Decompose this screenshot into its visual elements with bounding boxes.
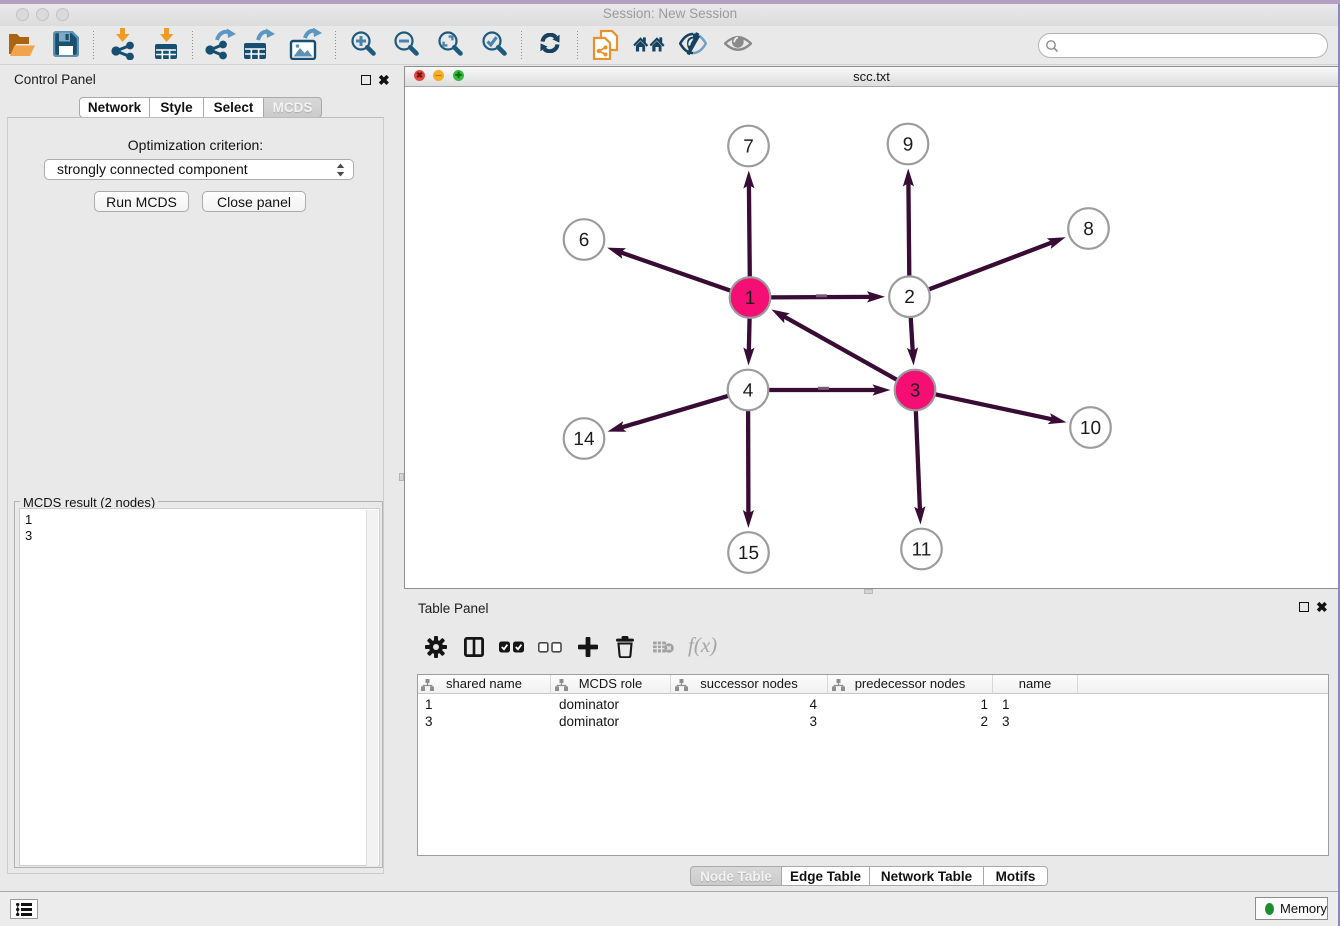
svg-text:3: 3 [910, 381, 921, 402]
svg-text:1: 1 [745, 288, 756, 309]
svg-text:15: 15 [738, 543, 759, 564]
svg-text:6: 6 [579, 230, 590, 251]
svg-text:9: 9 [903, 135, 914, 156]
svg-text:10: 10 [1080, 418, 1101, 439]
svg-text:4: 4 [743, 381, 754, 402]
svg-text:14: 14 [573, 429, 595, 450]
svg-text:7: 7 [743, 137, 754, 158]
svg-text:11: 11 [912, 540, 932, 561]
svg-text:2: 2 [904, 287, 915, 308]
svg-text:8: 8 [1083, 219, 1094, 240]
